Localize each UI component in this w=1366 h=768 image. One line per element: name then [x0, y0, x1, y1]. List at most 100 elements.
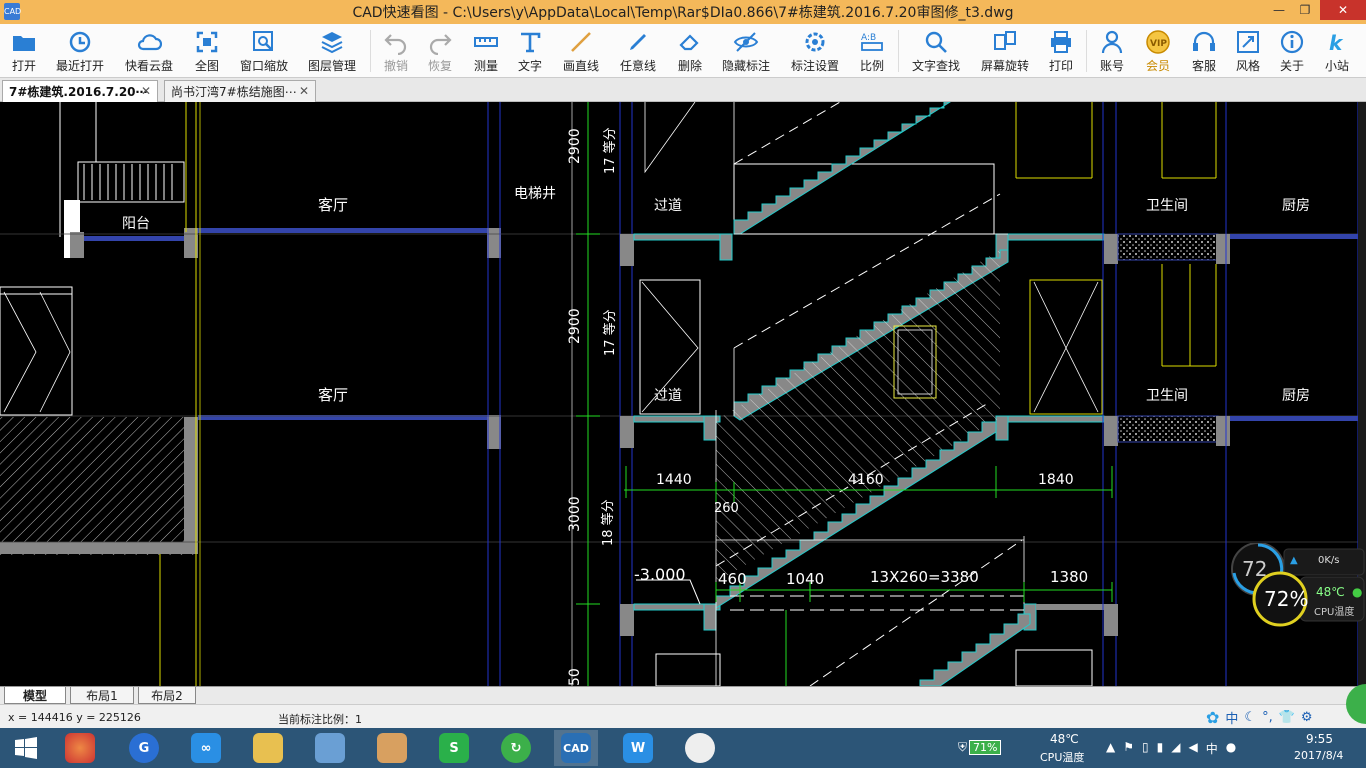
scale-button[interactable]: A:B 比例 — [854, 26, 890, 76]
layers-button[interactable]: 图层管理 — [304, 26, 360, 76]
tray-temperature: 48℃ — [1050, 732, 1079, 746]
close-tab-icon[interactable]: ✕ — [141, 84, 151, 98]
annotation-scale: 当前标注比例：1 — [278, 713, 362, 726]
hide-marks-button[interactable]: 隐藏标注 — [718, 26, 774, 76]
room-label-corridor: 过道 — [654, 388, 682, 404]
dim-width: 1440 — [656, 472, 692, 488]
colorful-ball-icon — [65, 733, 95, 763]
cloud-button[interactable]: 快看云盘 — [120, 26, 178, 76]
fit-icon — [196, 31, 218, 53]
about-button[interactable]: 关于 — [1274, 26, 1310, 76]
ime-language: 中 — [1225, 711, 1239, 727]
taskbar-app-cad[interactable]: CAD — [554, 730, 598, 766]
recent-button[interactable]: 最近打开 — [52, 26, 108, 76]
settings-icon — [805, 32, 825, 52]
room-label-living: 客厅 — [318, 386, 348, 404]
dim-bottom: 13X260=3380 — [870, 568, 979, 586]
restore-button[interactable]: ❐ — [1292, 0, 1318, 20]
vip-button[interactable]: VIP 会员 — [1140, 26, 1176, 76]
scale-icon: A:B — [861, 33, 883, 51]
cpu-monitor-widget[interactable]: 72 0K/s ▲ 72% 48℃ ● CPU温度 — [1228, 542, 1366, 627]
line-button[interactable]: 画直线 — [558, 26, 604, 76]
control-panel-icon — [315, 733, 345, 763]
power-icon: ▮ — [1156, 740, 1164, 754]
print-button[interactable]: 打印 — [1042, 26, 1080, 76]
room-label-bathroom: 卫生间 — [1146, 388, 1188, 404]
find-icon — [925, 31, 947, 53]
doc-tab-structure[interactable]: 尚书汀湾7#栋结施图⋯ ✕ — [164, 80, 316, 102]
start-button[interactable] — [4, 730, 48, 766]
refresh-icon: ↻ — [501, 733, 531, 763]
taskbar-app-browser[interactable]: G — [122, 730, 166, 766]
hatched-slab — [0, 417, 196, 555]
service-button[interactable]: 客服 — [1186, 26, 1222, 76]
ime-toolbar[interactable]: ✿ 中 ☾ °, 👕 ⚙ — [1206, 705, 1356, 729]
wps-w-icon: W — [623, 733, 653, 763]
taskbar-app-word[interactable]: W — [616, 730, 660, 766]
user-icon — [1101, 30, 1123, 54]
windows-icon — [15, 737, 37, 759]
taskbar: G ∞ S ↻ CAD W ⛨ 71% 48℃ CPU温度 ▲ ⚑ ▯ ▮ ◢ … — [0, 728, 1366, 768]
cad-icon: CAD — [561, 733, 591, 763]
taskbar-app-control[interactable] — [308, 730, 352, 766]
separator — [898, 30, 899, 72]
zoom-window-icon — [253, 31, 273, 51]
ruler-icon — [474, 37, 498, 47]
taskbar-app-baidu[interactable]: ∞ — [184, 730, 228, 766]
svg-text:VIP: VIP — [1150, 39, 1167, 49]
measure-button[interactable]: 测量 — [468, 26, 504, 76]
dim-height: 3000 — [567, 496, 583, 532]
close-tab-icon[interactable]: ✕ — [299, 84, 309, 98]
vip-icon: VIP — [1146, 30, 1170, 54]
fit-button[interactable]: 全图 — [188, 26, 226, 76]
taskbar-app-wps[interactable]: S — [432, 730, 476, 766]
dim-bottom: 1380 — [1050, 568, 1088, 586]
toolbar: 打开 最近打开 快看云盘 全图 窗口缩放 图层管理 撤销 恢复 测量 文字 画直… — [0, 24, 1366, 78]
cloud-disk-icon: ∞ — [191, 733, 221, 763]
dim-elevation: -3.000 — [634, 565, 686, 584]
title-bar: CAD CAD快速看图 - C:\Users\y\AppData\Local\T… — [0, 0, 1366, 24]
undo-button[interactable]: 撤销 — [378, 26, 414, 76]
account-button[interactable]: 账号 — [1094, 26, 1130, 76]
tab-model[interactable]: 模型 — [4, 687, 66, 704]
text-icon — [521, 32, 541, 53]
notification-icon: ● — [1225, 740, 1237, 754]
taskbar-app-360[interactable] — [58, 730, 102, 766]
drawing-canvas[interactable]: 阳台 客厅 客厅 电梯井 过道 过道 卫生间 卫生间 厨房 厨房 2900 29… — [0, 102, 1366, 686]
rotate-button[interactable]: 屏幕旋转 — [976, 26, 1034, 76]
headset-icon — [1193, 31, 1215, 51]
taskbar-app-explorer[interactable] — [246, 730, 290, 766]
cpu-load-value: 72 — [1242, 557, 1268, 581]
taskbar-app-paint[interactable] — [370, 730, 414, 766]
freeline-button[interactable]: 任意线 — [614, 26, 662, 76]
open-button[interactable]: 打开 — [4, 26, 44, 76]
doc-tab-building[interactable]: 7#栋建筑.2016.7.20⋯ ✕ — [2, 80, 158, 102]
erase-button[interactable]: 删除 — [672, 26, 708, 76]
taskbar-app-refresh[interactable]: ↻ — [494, 730, 538, 766]
close-button[interactable]: ✕ — [1320, 0, 1366, 20]
dim-steps: 17 等分 — [602, 309, 618, 356]
tab-layout1[interactable]: 布局1 — [70, 687, 134, 704]
network-speed: 0K/s — [1318, 555, 1340, 566]
text-button[interactable]: 文字 — [512, 26, 548, 76]
zoom-window-button[interactable]: 窗口缩放 — [236, 26, 292, 76]
style-button[interactable]: 风格 — [1230, 26, 1266, 76]
battery-indicator[interactable]: ⛨ 71% — [958, 738, 1014, 756]
folder-icon — [253, 733, 283, 763]
room-label-elevator: 电梯井 — [514, 186, 556, 202]
redo-button[interactable]: 恢复 — [422, 26, 458, 76]
system-tray[interactable]: ▲ ⚑ ▯ ▮ ◢ ◀ 中 ● — [1106, 740, 1236, 757]
site-k-icon: k — [1329, 31, 1344, 55]
info-icon — [1280, 30, 1304, 54]
tab-layout2[interactable]: 布局2 — [138, 687, 196, 704]
style-icon — [1237, 31, 1259, 53]
mark-settings-button[interactable]: 标注设置 — [786, 26, 844, 76]
rotate-icon — [994, 31, 1016, 50]
site-button[interactable]: k 小站 — [1318, 26, 1356, 76]
moon-icon: ☾ — [1244, 709, 1257, 725]
minimize-button[interactable]: — — [1266, 0, 1292, 20]
punctuation-icon: °, — [1262, 709, 1273, 725]
taskbar-app-avatar[interactable] — [678, 730, 722, 766]
dim-height: 50 — [567, 668, 583, 686]
text-find-button[interactable]: 文字查找 — [906, 26, 966, 76]
